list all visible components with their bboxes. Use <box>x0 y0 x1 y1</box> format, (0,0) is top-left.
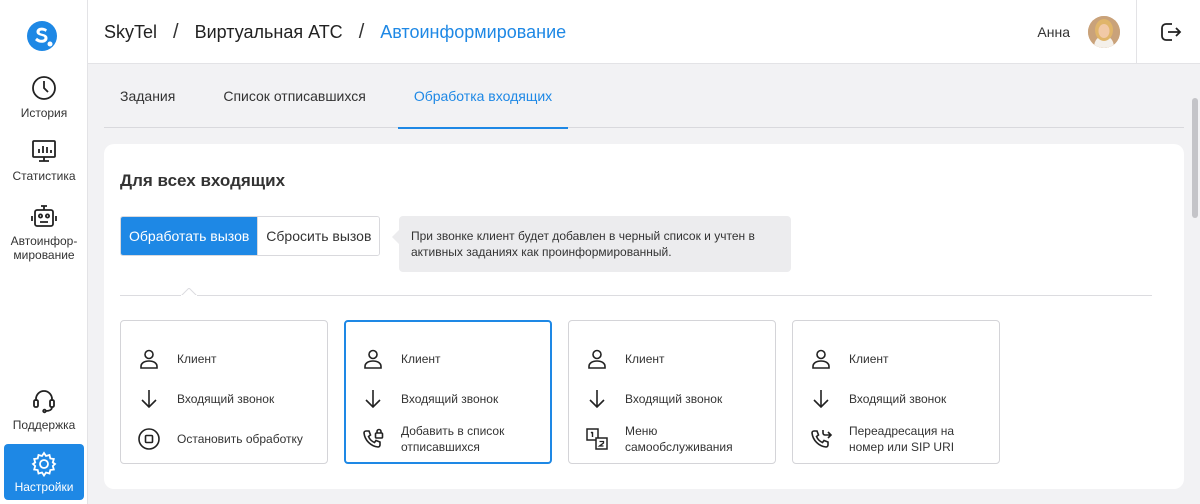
breadcrumb-item-pbx[interactable]: Виртуальная АТС <box>195 22 343 43</box>
phone-forward-icon <box>811 430 833 448</box>
person-icon <box>140 349 158 369</box>
person-icon <box>364 349 382 369</box>
stop-circle-icon <box>138 428 160 450</box>
tab-bar: Задания Список отписавшихся Обработка вх… <box>104 64 1184 129</box>
step-label: Клиент <box>401 352 441 366</box>
sidebar-item-autoinform[interactable]: Автоинфор-мирование <box>4 202 84 262</box>
step-label: Входящий звонок <box>849 392 947 406</box>
clock-icon <box>32 76 56 100</box>
person-icon <box>812 349 830 369</box>
step-action: Переадресация на номер или SIP URI <box>809 419 983 459</box>
hint-tooltip: При звонке клиент будет добавлен в черны… <box>392 216 791 272</box>
breadcrumb-separator: / <box>358 20 365 43</box>
breadcrumb-item-current: Автоинформирование <box>380 21 567 42</box>
sidebar-item-statistics[interactable]: Статистика <box>4 137 84 183</box>
robot-icon <box>31 205 57 227</box>
step-incoming-call: Входящий звонок <box>809 379 983 419</box>
sidebar-item-label: Настройки <box>14 480 74 494</box>
logout-icon[interactable] <box>1158 20 1182 44</box>
sidebar-item-support[interactable]: Поддержка <box>4 386 84 432</box>
step-label: Клиент <box>625 352 665 366</box>
user-name[interactable]: Анна <box>1037 0 1070 64</box>
step-label: Меню самообслуживания <box>625 424 733 454</box>
incoming-settings-card: Для всех входящих Обработать вызов Сброс… <box>104 144 1184 489</box>
step-label: Переадресация на номер или SIP URI <box>849 424 955 454</box>
call-mode-toggle: Обработать вызов Сбросить вызов <box>120 216 381 256</box>
step-client: Клиент <box>137 339 311 379</box>
ivr-menu-icon <box>586 428 608 450</box>
chart-icon <box>32 140 56 162</box>
step-label: Входящий звонок <box>177 392 275 406</box>
top-header: SkyTel / Виртуальная АТС / Автоинформиро… <box>88 0 1200 64</box>
step-label: Клиент <box>849 352 889 366</box>
step-label: Добавить в список отписавшихся <box>401 424 505 454</box>
arrow-down-icon <box>141 390 157 409</box>
page-scrollbar[interactable] <box>1190 64 1200 504</box>
sidebar-item-settings[interactable]: Настройки <box>4 444 84 500</box>
step-label: Остановить обработку <box>177 432 303 446</box>
step-incoming-call: Входящий звонок <box>585 379 759 419</box>
sidebar-item-label: Автоинфор-мирование <box>10 234 78 262</box>
section-divider <box>120 295 1152 296</box>
avatar[interactable] <box>1088 16 1120 48</box>
skytel-logo-icon[interactable] <box>26 20 58 52</box>
sidebar-item-label: Статистика <box>12 169 76 183</box>
process-call-button[interactable]: Обработать вызов <box>121 217 258 255</box>
step-label: Входящий звонок <box>625 392 723 406</box>
arrow-down-icon <box>813 390 829 409</box>
gear-icon <box>31 451 57 478</box>
step-incoming-call: Входящий звонок <box>361 379 535 419</box>
scenario-stop-processing[interactable]: Клиент Входящий звонок Остановить обрабо… <box>120 320 328 464</box>
arrow-down-icon <box>589 390 605 409</box>
section-title: Для всех входящих <box>120 171 286 190</box>
person-icon <box>588 349 606 369</box>
step-client: Клиент <box>809 339 983 379</box>
breadcrumb: SkyTel / Виртуальная АТС / Автоинформиро… <box>104 0 566 64</box>
breadcrumb-separator: / <box>173 20 179 43</box>
headset-icon <box>33 390 55 414</box>
scenario-self-service-menu[interactable]: Клиент Входящий звонок Меню самообслужив… <box>568 320 776 464</box>
step-client: Клиент <box>361 339 535 379</box>
sidebar-item-history[interactable]: История <box>4 74 84 120</box>
reject-call-button[interactable]: Сбросить вызов <box>257 217 380 255</box>
breadcrumb-item-skytel[interactable]: SkyTel <box>104 22 157 43</box>
step-action: Добавить в список отписавшихся <box>361 419 535 459</box>
phone-lock-icon <box>363 428 384 448</box>
tab-unsubscribed-list[interactable]: Список отписавшихся <box>207 64 381 128</box>
tab-incoming-processing[interactable]: Обработка входящих <box>397 64 569 129</box>
scenario-add-to-unsubscribed[interactable]: Клиент Входящий звонок Добавить в список… <box>344 320 552 464</box>
step-action: Меню самообслуживания <box>585 419 759 459</box>
step-label: Клиент <box>177 352 217 366</box>
scenario-list: Клиент Входящий звонок Остановить обрабо… <box>120 320 1000 464</box>
scrollbar-thumb[interactable] <box>1192 98 1198 218</box>
step-label: Входящий звонок <box>401 392 499 406</box>
sidebar: История Статистика Автоинфор-мирование П… <box>0 0 88 504</box>
step-action: Остановить обработку <box>137 419 311 459</box>
sidebar-item-label: История <box>20 106 68 120</box>
step-incoming-call: Входящий звонок <box>137 379 311 419</box>
scenario-call-forward[interactable]: Клиент Входящий звонок Переадресация на … <box>792 320 1000 464</box>
arrow-down-icon <box>365 390 381 409</box>
sidebar-item-label: Поддержка <box>12 418 76 432</box>
avatar-photo-icon <box>1088 16 1120 48</box>
divider-notch <box>181 288 197 296</box>
header-divider <box>1136 0 1137 64</box>
tab-tasks[interactable]: Задания <box>104 64 191 128</box>
step-client: Клиент <box>585 339 759 379</box>
